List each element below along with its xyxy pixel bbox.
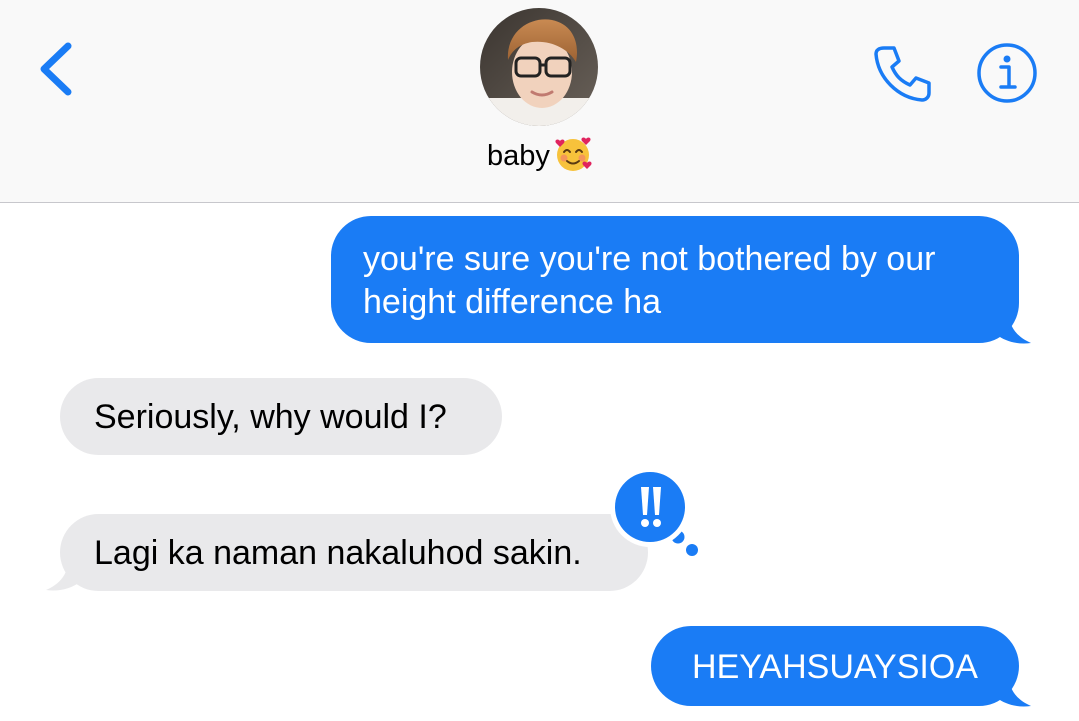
info-button[interactable] (976, 42, 1038, 104)
message-text: you're sure you're not bothered by our h… (363, 240, 936, 321)
tapback-reaction[interactable] (606, 463, 702, 559)
message-bubble-sent[interactable]: HEYAHSUAYSIOA (651, 626, 1019, 706)
chevron-left-icon (40, 42, 72, 96)
message-text: HEYAHSUAYSIOA (692, 648, 978, 686)
contact-name-label: baby (487, 140, 550, 172)
avatar-photo (480, 8, 598, 126)
message-text: Seriously, why would I? (94, 398, 447, 436)
phone-icon (874, 46, 931, 102)
exclamation-tapback-icon (610, 467, 698, 556)
message-bubble-received[interactable]: Seriously, why would I? (60, 378, 502, 455)
call-button[interactable] (870, 40, 936, 106)
contact-name[interactable]: baby (0, 137, 1079, 173)
message-bubble-sent[interactable]: you're sure you're not bothered by our h… (331, 216, 1019, 343)
message-bubble-received[interactable]: Lagi ka naman nakaluhod sakin. (60, 514, 648, 591)
message-text: Lagi ka naman nakaluhod sakin. (94, 534, 582, 572)
back-button[interactable] (30, 36, 82, 102)
messages-screen: baby you're sure you're not bothered by … (0, 0, 1079, 721)
conversation-header: baby (0, 0, 1079, 203)
contact-avatar[interactable] (480, 8, 598, 126)
info-icon (977, 43, 1037, 103)
smiling-face-with-hearts-icon (554, 135, 592, 173)
